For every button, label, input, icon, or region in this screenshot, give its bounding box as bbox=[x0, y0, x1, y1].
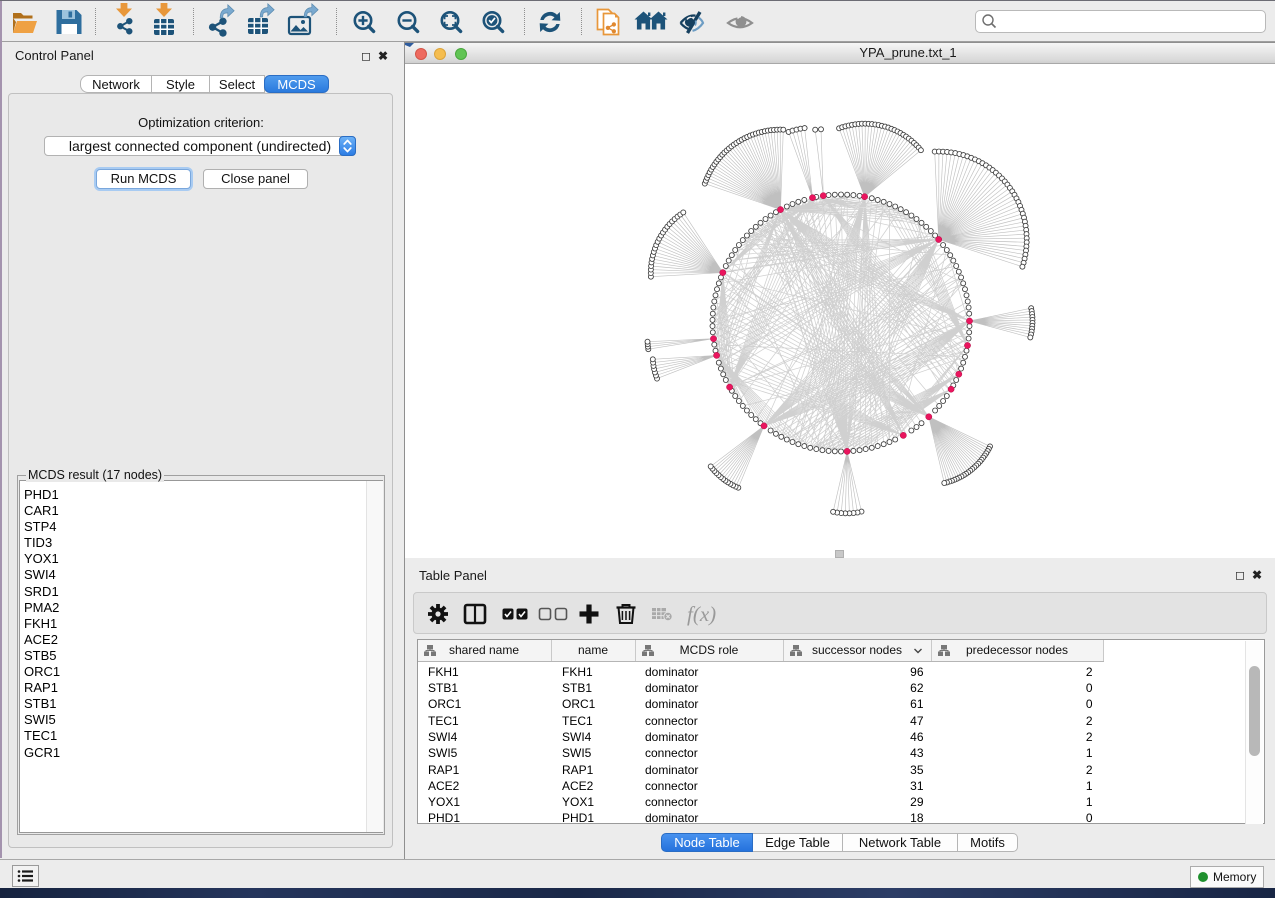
svg-text:Memory: Memory bbox=[1213, 870, 1256, 884]
svg-text:f(x): f(x) bbox=[687, 602, 716, 626]
